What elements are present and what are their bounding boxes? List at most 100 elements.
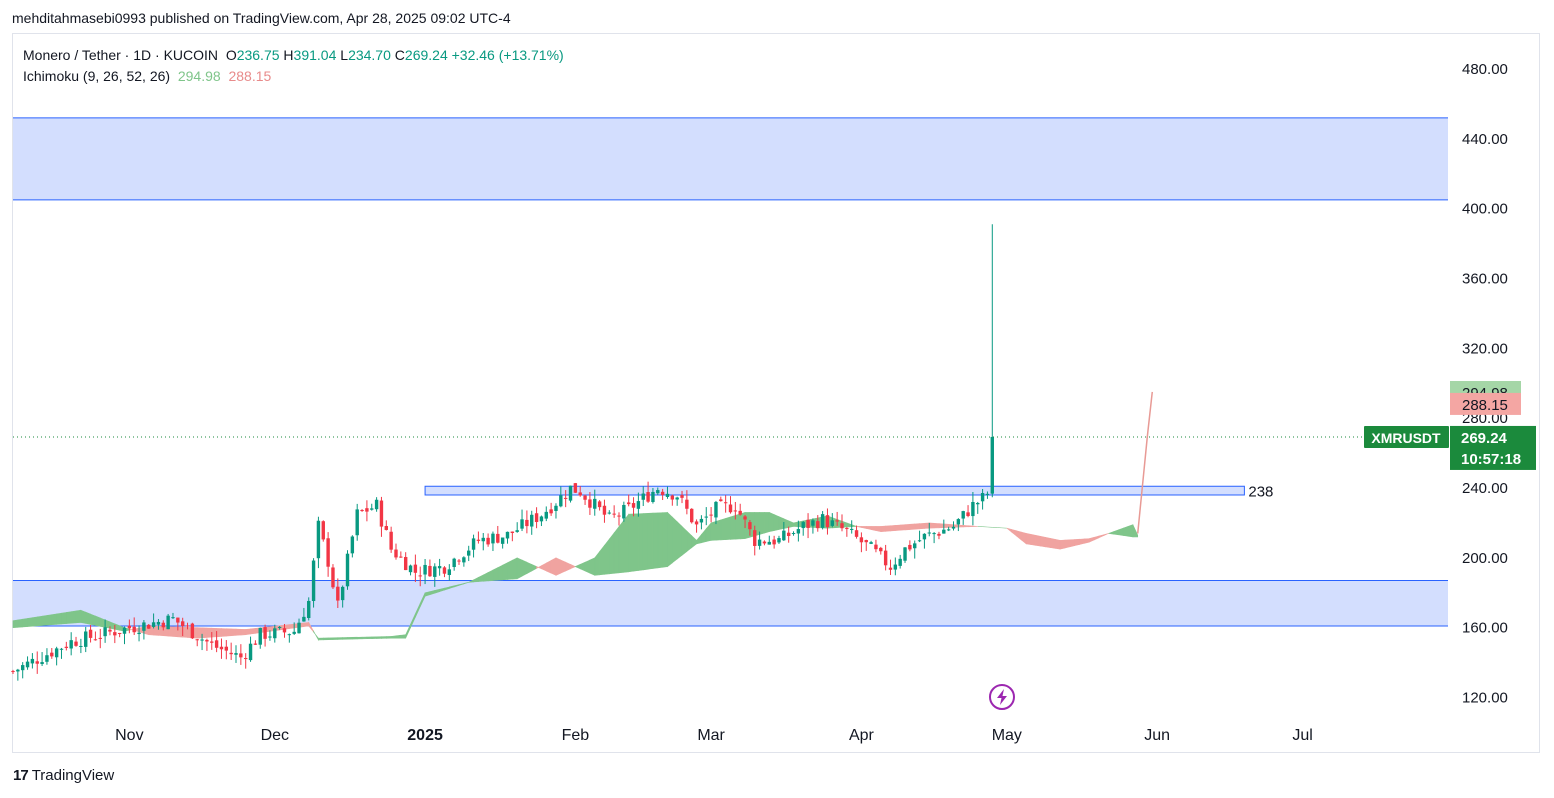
candle [350,535,355,558]
candle-body [253,643,258,645]
x-tick-label: Feb [562,727,590,744]
candle [331,564,335,589]
candle-body [210,641,214,643]
candle-body [748,522,752,530]
candle [515,522,519,533]
kumo-segment [361,636,368,640]
price-chart[interactable]: 238120.00160.00200.00240.00280.00320.003… [0,0,1554,798]
candle-body [646,492,650,502]
candle [879,546,883,555]
candle-body [166,615,170,630]
candle [602,499,607,523]
candle-body [462,557,466,563]
candle [84,626,88,653]
candle-body [229,652,233,655]
candle-body [50,652,54,657]
candle-body [384,526,388,530]
candle-body [772,539,776,545]
candle-body [11,671,15,673]
kumo-segment [245,628,251,636]
candle-body [932,533,936,535]
kumo-segment [759,512,765,535]
kumo-segment [1059,539,1066,550]
kumo-segment [924,522,930,529]
candle-body [631,503,636,508]
kumo-segment [1098,534,1105,539]
candle [554,503,558,519]
candle-body [515,530,519,532]
indicator-legend[interactable]: Ichimoku (9, 26, 52, 26) 294.98 288.15 [23,66,564,87]
kumo-segment [613,525,620,574]
candle-body [171,617,175,619]
kumo-segment [933,522,940,529]
candle-body [714,501,718,518]
candle [777,535,781,544]
kumo-segment [628,513,634,573]
candle [496,525,500,544]
candle-body [791,533,796,535]
candle-body [379,500,384,527]
candle-body [985,493,990,495]
kumo-segment [347,637,353,640]
candle-body [190,623,195,639]
candle [11,669,15,675]
kumo-segment [710,521,717,541]
y-tick-label: 360.00 [1462,270,1508,287]
kumo-segment [735,513,741,540]
candle-body [239,653,243,658]
candle-body [336,586,340,601]
kumo-segment [1040,536,1046,548]
candle [486,533,490,547]
kumo-segment [1113,529,1119,536]
kumo-segment [1030,534,1037,546]
candle-body [636,501,641,509]
candle-body [219,646,224,650]
candle-body [457,560,461,562]
kumo-segment [667,511,673,568]
low-value: 234.70 [348,47,391,63]
kumo-segment [226,628,232,637]
candle [40,652,44,667]
candle [719,496,723,502]
candle-body [268,636,272,638]
candle [311,558,316,608]
candle-body [854,530,859,537]
last-price-value: 269.24 [1461,430,1508,447]
x-tick-label: Apr [849,727,875,744]
tradingview-brand[interactable]: 17 TradingView [13,767,114,784]
candle-body [806,519,810,528]
kumo-segment [332,637,339,640]
candle [913,540,917,559]
kumo-segment [604,538,610,575]
x-tick-label: 2025 [407,727,443,744]
kumo-segment [696,533,702,545]
lightning-icon[interactable] [988,684,1015,710]
candle [709,507,713,523]
candle [447,564,452,581]
candle-body [263,627,267,639]
candle-body [234,653,238,655]
candle-body [786,532,791,536]
kumo-segment [633,513,639,572]
candle [607,510,612,515]
kumo-segment [41,615,48,626]
kumo-segment [381,636,387,639]
candle-body [277,626,282,628]
candle-body [680,495,684,498]
kumo-segment [177,626,183,638]
candle-body [825,515,830,528]
kumo-segment [793,521,799,527]
kumo-segment [691,535,697,549]
close-label: C [394,47,405,63]
kumo-segment [1084,538,1090,544]
kumo-segment [1006,527,1012,533]
candle-body [307,600,311,619]
candle-body [845,528,849,530]
candle [932,532,936,544]
candle [326,532,330,577]
candle-body [573,483,578,493]
candle-body [467,550,471,556]
candle-body [563,497,568,499]
kumo-segment [153,625,159,636]
candle [491,531,495,552]
